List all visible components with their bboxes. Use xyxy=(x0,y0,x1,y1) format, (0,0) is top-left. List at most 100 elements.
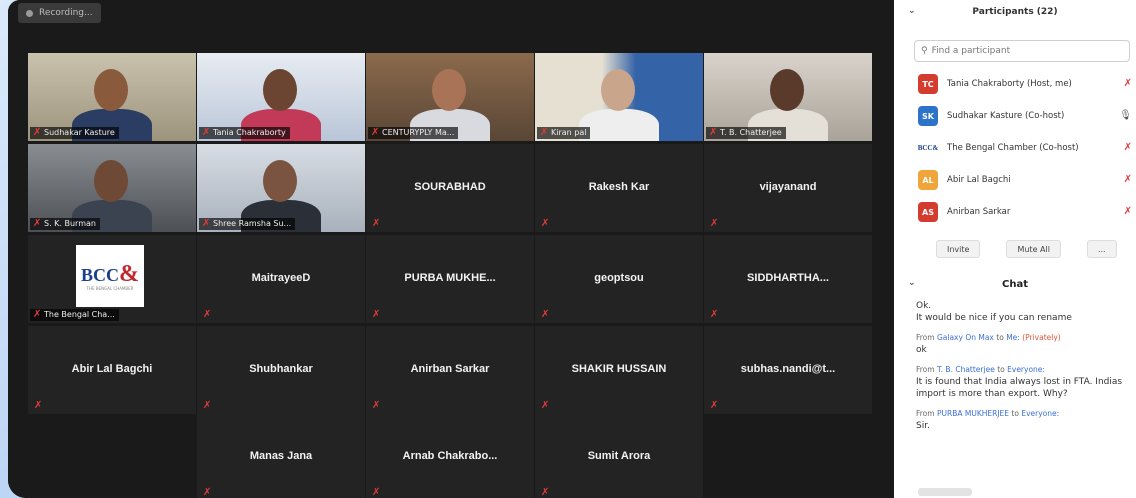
participant-status-icons: ✗ xyxy=(1124,206,1132,217)
participant-row-name: Tania Chakraborty (Host, me) xyxy=(947,79,1072,89)
participant-tile[interactable]: Manas Jana ✗ xyxy=(197,413,365,498)
chat-recipient: Everyone: xyxy=(1021,409,1060,418)
recipient-selector[interactable] xyxy=(918,488,972,496)
participant-silhouette-face xyxy=(263,160,297,202)
participant-status-icons: ✗ xyxy=(1124,78,1132,89)
chat-recipient: Everyone: xyxy=(1007,365,1045,374)
participant-tile[interactable]: geoptsou ✗ xyxy=(535,235,703,323)
chat-sender-name[interactable]: T. B. Chatterjee xyxy=(937,365,995,374)
muted-mic-icon[interactable]: ✗ xyxy=(1124,142,1132,153)
chat-title: Chat xyxy=(1002,278,1028,290)
participant-tile[interactable]: Arnab Chakrabo... ✗ xyxy=(366,413,534,498)
chevron-down-icon[interactable]: ⌄ xyxy=(908,6,916,16)
participant-name: Arnab Chakrabo... xyxy=(402,449,498,462)
participant-name: SIDDHARTHA... xyxy=(747,271,829,284)
participant-tile[interactable]: Rakesh Kar ✗ xyxy=(535,144,703,232)
participant-tile[interactable]: ✗ S. K. Burman xyxy=(28,144,196,232)
muted-mic-icon: ✗ xyxy=(33,218,42,229)
mute-all-button[interactable]: Mute All xyxy=(1006,240,1061,258)
participant-name: Sumit Arora xyxy=(587,449,651,462)
participant-name: geoptsou xyxy=(594,271,644,284)
logo-subtitle: THE BENGAL CHAMBER xyxy=(86,286,134,291)
participant-name-label: ✗ The Bengal Cha... xyxy=(30,309,119,321)
participant-row[interactable]: SK Sudhakar Kasture (Co-host) 🎙 xyxy=(894,100,1136,132)
participant-tile[interactable]: ✗ T. B. Chatterjee xyxy=(704,53,872,141)
muted-mic-icon[interactable]: ✗ xyxy=(1124,174,1132,185)
participant-name: Shubhankar xyxy=(249,362,313,375)
participant-row[interactable]: AS Anirban Sarkar ✗ xyxy=(894,196,1136,228)
chat-message-text: ok xyxy=(916,345,927,355)
muted-mic-icon: ✗ xyxy=(372,400,381,411)
logo-ampersand: & xyxy=(119,261,139,287)
participant-tile[interactable]: MaitrayeeD ✗ xyxy=(197,235,365,323)
avatar: AL xyxy=(918,170,938,190)
more-button[interactable]: ... xyxy=(1086,240,1117,258)
muted-mic-icon: ✗ xyxy=(372,218,381,229)
invite-button[interactable]: Invite xyxy=(936,240,981,258)
participant-tile[interactable]: SIDDHARTHA... ✗ xyxy=(704,235,872,323)
muted-mic-icon: ✗ xyxy=(709,127,718,138)
muted-mic-icon: ✗ xyxy=(33,309,42,320)
recording-indicator[interactable]: Recording... xyxy=(18,3,101,23)
chat-sender-name[interactable]: PURBA MUKHERJEE xyxy=(937,409,1009,418)
participant-tile[interactable]: PURBA MUKHE... ✗ xyxy=(366,235,534,323)
participant-name: subhas.nandi@t... xyxy=(740,362,836,375)
participant-search-input[interactable]: ⚲ Find a participant xyxy=(914,40,1130,62)
participant-name: CENTURYPLY Ma... xyxy=(382,128,455,137)
chat-from-prefix: From xyxy=(916,409,937,418)
chat-message-text: It is found that India always lost in FT… xyxy=(916,377,1123,399)
participant-silhouette-face xyxy=(94,69,128,111)
muted-mic-icon: ✗ xyxy=(372,487,381,498)
participant-row[interactable]: TC Tania Chakraborty (Host, me) ✗ xyxy=(894,68,1136,100)
recording-icon xyxy=(26,9,33,17)
participant-tile[interactable]: Anirban Sarkar ✗ xyxy=(366,326,534,414)
participant-silhouette-face xyxy=(770,69,804,111)
chat-message-text: Ok. xyxy=(916,301,932,311)
chat-message-text: Sir. xyxy=(916,421,930,431)
participant-tile[interactable]: SHAKIR HUSSAIN ✗ xyxy=(535,326,703,414)
participant-name-label: ✗ S. K. Burman xyxy=(30,218,100,230)
muted-mic-icon: ✗ xyxy=(371,127,380,138)
chat-sender-line: From Galaxy On Max to Me: (Privately) xyxy=(916,332,1126,344)
participant-tile[interactable]: ✗ Sudhakar Kasture xyxy=(28,53,196,141)
participant-tile[interactable]: ✗ Shree Ramsha Su... xyxy=(197,144,365,232)
chat-sender-name[interactable]: Galaxy On Max xyxy=(937,333,994,342)
participant-tile[interactable]: Sumit Arora ✗ xyxy=(535,413,703,498)
participants-title: Participants (22) xyxy=(972,7,1058,17)
muted-mic-icon: ✗ xyxy=(710,218,719,229)
participants-actions: Invite Mute All ... xyxy=(894,228,1136,258)
participant-tile[interactable]: ✗ CENTURYPLY Ma... xyxy=(366,53,534,141)
mic-on-icon[interactable]: 🎙 xyxy=(1119,110,1132,121)
muted-mic-icon: ✗ xyxy=(202,218,211,229)
muted-mic-icon[interactable]: ✗ xyxy=(1124,206,1132,217)
participant-name: MaitrayeeD xyxy=(251,271,311,284)
participant-tile[interactable]: SOURABHAD ✗ xyxy=(366,144,534,232)
zoom-window: Recording... ✗ Sudhakar Kasture ✗ Tania Cha… xyxy=(8,0,1136,498)
chat-from-prefix: From xyxy=(916,365,937,374)
participant-name: SOURABHAD xyxy=(414,180,486,193)
participant-tile[interactable]: subhas.nandi@t... ✗ xyxy=(704,326,872,414)
participant-name: T. B. Chatterjee xyxy=(720,128,782,137)
participant-tile[interactable]: ✗ Kiran pal xyxy=(535,53,703,141)
chat-recipient-bar[interactable] xyxy=(918,488,972,496)
participant-tile[interactable]: Abir Lal Bagchi ✗ xyxy=(28,326,196,414)
participant-tile[interactable]: Shubhankar ✗ xyxy=(197,326,365,414)
participant-row[interactable]: BCC& The Bengal Chamber (Co-host) ✗ xyxy=(894,132,1136,164)
participant-tile[interactable]: BCC& THE BENGAL CHAMBER ✗ The Bengal Cha... xyxy=(28,235,196,323)
muted-mic-icon[interactable]: ✗ xyxy=(1124,78,1132,89)
participant-name: Shree Ramsha Su... xyxy=(213,219,292,228)
chevron-down-icon[interactable]: ⌄ xyxy=(908,278,916,288)
participant-name-label: ✗ Sudhakar Kasture xyxy=(30,127,119,139)
participant-name: Manas Jana xyxy=(249,449,313,462)
participant-name-label: ✗ T. B. Chatterjee xyxy=(706,127,786,139)
participant-silhouette-face xyxy=(263,69,297,111)
participant-tile[interactable]: vijayanand ✗ xyxy=(704,144,872,232)
muted-mic-icon: ✗ xyxy=(34,400,43,411)
chat-sender-line: From PURBA MUKHERJEE to Everyone: xyxy=(916,408,1126,420)
muted-mic-icon: ✗ xyxy=(540,127,549,138)
participant-tile[interactable]: ✗ Tania Chakraborty xyxy=(197,53,365,141)
participant-row[interactable]: AL Abir Lal Bagchi ✗ xyxy=(894,164,1136,196)
participant-row-name: Anirban Sarkar xyxy=(947,207,1011,217)
participant-name-label: ✗ Kiran pal xyxy=(537,127,591,139)
logo-text: BCC xyxy=(80,265,119,285)
